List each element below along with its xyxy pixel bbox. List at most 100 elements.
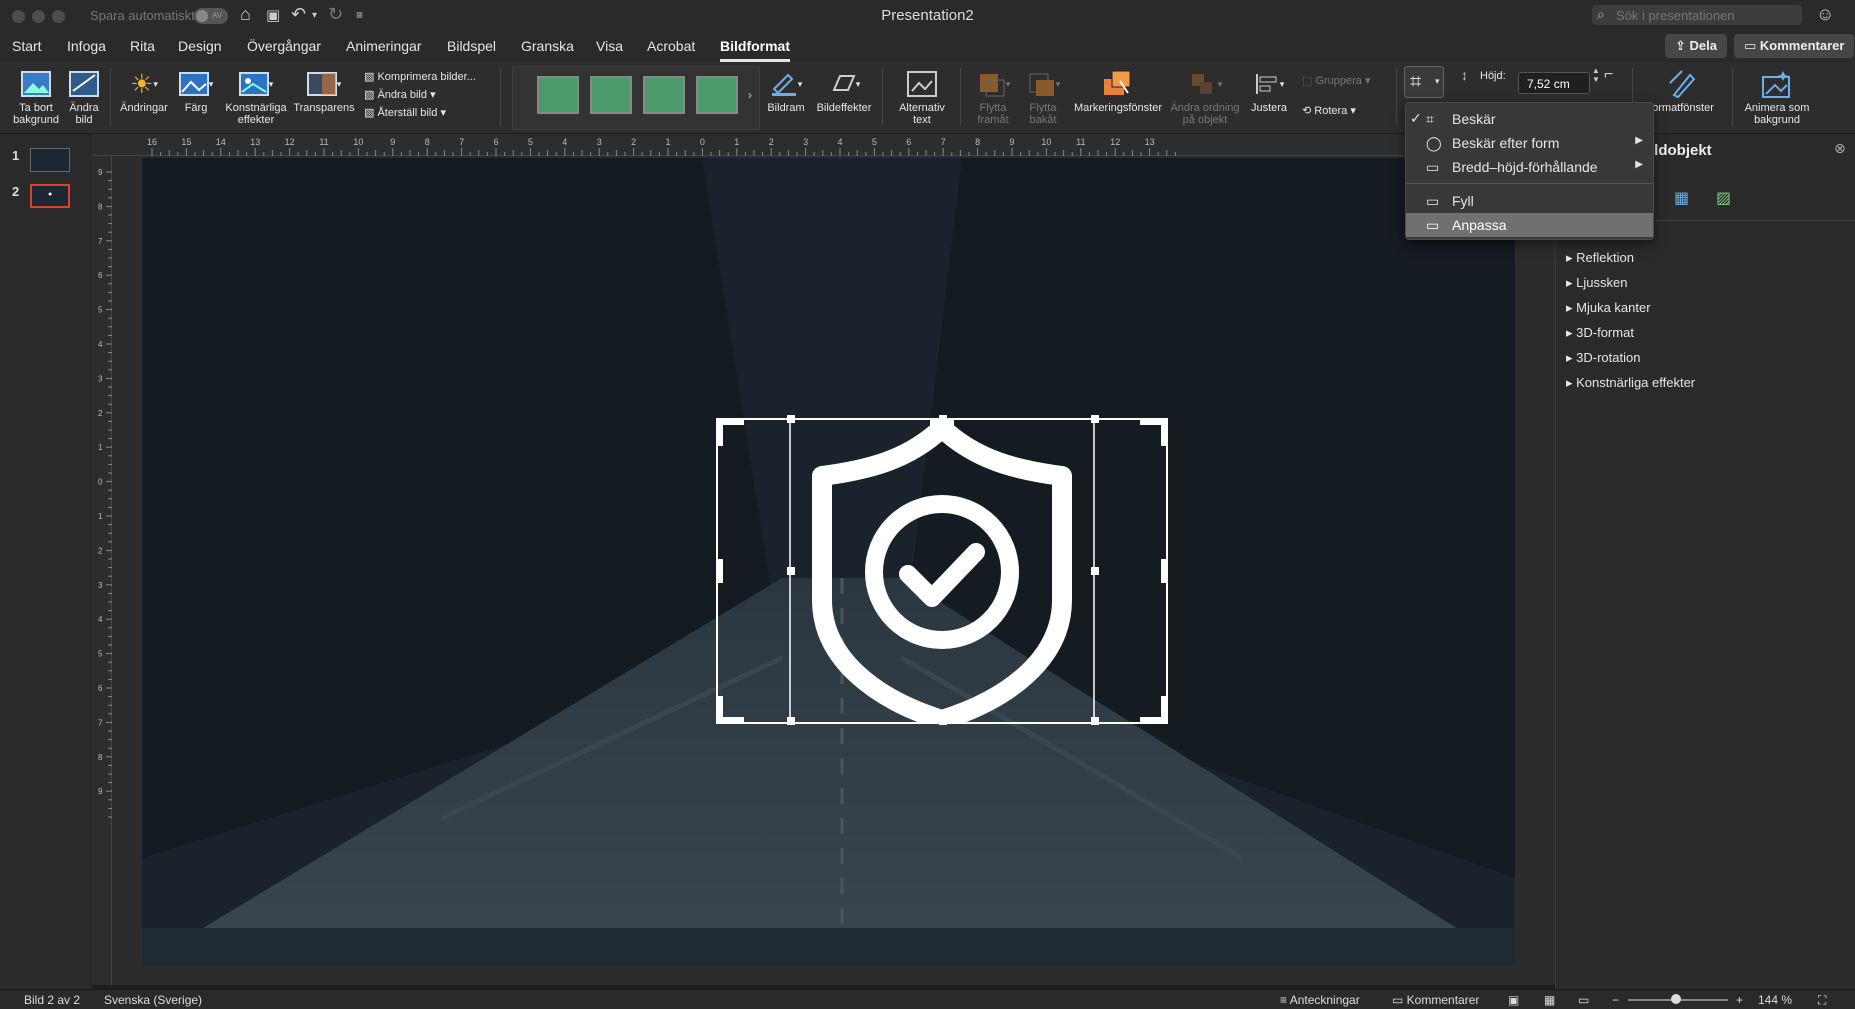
reading-view-icon[interactable]: ▭: [1578, 993, 1589, 1007]
tab-bildspel[interactable]: Bildspel: [447, 38, 496, 54]
redo-icon[interactable]: ↻: [328, 4, 343, 25]
notes-icon: ≡: [1280, 993, 1290, 1007]
minimize-window-button[interactable]: [32, 10, 45, 23]
alt-text-button[interactable]: Alternativ text: [892, 66, 952, 126]
zoom-out-icon[interactable]: −: [1612, 993, 1619, 1007]
bring-forward-button[interactable]: ▾ Flytta framåt: [968, 66, 1018, 126]
tab-granska[interactable]: Granska: [521, 38, 574, 54]
selection-pane-button[interactable]: Markeringsfönster: [1070, 66, 1166, 114]
close-window-button[interactable]: [12, 10, 25, 23]
close-pane-icon[interactable]: ⊗: [1834, 140, 1846, 157]
resize-handle[interactable]: [1091, 567, 1099, 575]
section-reflection[interactable]: ▸ Reflektion: [1566, 250, 1634, 266]
change-picture-menu-button[interactable]: ▧ Ändra bild ▾: [364, 88, 436, 101]
tab-start[interactable]: Start: [12, 38, 42, 54]
picture-style-2[interactable]: [590, 76, 632, 114]
remove-background-button[interactable]: Ta bort bakgrund: [10, 66, 62, 126]
crop-dropdown-menu: ✓ ⌗ Beskär ◯ Beskär efter form ▶ ▭ Bredd…: [1405, 102, 1654, 240]
resize-handle[interactable]: [1091, 717, 1099, 725]
picture-style-1[interactable]: [537, 76, 579, 114]
resize-handle[interactable]: [939, 717, 947, 725]
compress-pictures-button[interactable]: ▧ Komprimera bilder...: [364, 70, 476, 83]
undo-icon[interactable]: ↶: [291, 4, 306, 25]
vertical-ruler: 9 8 7 6 5 4 3 2 1 0 1 2 3 4 5 6 7 8 9: [92, 156, 112, 985]
tab-overgangar[interactable]: Övergångar: [247, 38, 321, 54]
tab-design[interactable]: Design: [178, 38, 222, 54]
zoom-window-button[interactable]: [52, 10, 65, 23]
undo-dropdown-icon[interactable]: ▾: [312, 10, 317, 21]
menu-item-crop[interactable]: ✓ ⌗ Beskär: [1406, 107, 1653, 131]
gallery-more-icon[interactable]: ›: [748, 88, 752, 102]
transparency-button[interactable]: ▾ Transparens: [292, 66, 356, 114]
autosave-toggle[interactable]: AV: [194, 8, 228, 24]
picture-style-3[interactable]: [643, 76, 685, 114]
feedback-smiley-icon[interactable]: ☺: [1816, 4, 1834, 25]
size-dialog-icon[interactable]: ⌐: [1604, 66, 1613, 84]
selected-picture-frame[interactable]: [716, 415, 1168, 725]
tab-acrobat[interactable]: Acrobat: [647, 38, 695, 54]
status-comments-button[interactable]: ▭ Kommentarer: [1392, 993, 1479, 1007]
send-backward-button[interactable]: ▾ Flytta bakåt: [1018, 66, 1068, 126]
ruler-label: 3: [98, 374, 103, 383]
slide-thumbnail-2[interactable]: ●: [30, 184, 70, 208]
resize-handle[interactable]: [787, 717, 795, 725]
ribbon-separator: [110, 68, 111, 126]
align-button[interactable]: ▾ Justera: [1246, 66, 1292, 114]
menu-item-fill[interactable]: ▭ Fyll: [1406, 189, 1653, 213]
slide-thumbnail-1[interactable]: [30, 148, 70, 172]
notes-button[interactable]: ≡ Anteckningar: [1280, 993, 1360, 1007]
section-soft-edges[interactable]: ▸ Mjuka kanter: [1566, 300, 1651, 316]
home-icon[interactable]: ⌂: [240, 4, 251, 25]
tab-bildformat[interactable]: Bildformat: [720, 38, 790, 62]
picture-tab-icon[interactable]: ▨: [1716, 188, 1731, 208]
change-picture-button[interactable]: Ändra bild: [64, 66, 104, 126]
resize-handle[interactable]: [787, 567, 795, 575]
picture-style-4[interactable]: [696, 76, 738, 114]
tab-infoga[interactable]: Infoga: [67, 38, 106, 54]
crop-button[interactable]: ⌗ ▾: [1404, 66, 1444, 98]
menu-item-fit[interactable]: ▭ Anpassa: [1406, 213, 1653, 237]
picture-effects-button[interactable]: ▾ Bildeffekter: [812, 66, 876, 114]
rotate-button[interactable]: ⟲ Rotera ▾: [1302, 104, 1356, 117]
customize-toolbar-icon[interactable]: ≡: [356, 8, 363, 22]
section-glow[interactable]: ▸ Ljussken: [1566, 275, 1627, 291]
resize-handle[interactable]: [1091, 415, 1099, 423]
fit-slide-icon[interactable]: ⛶: [1818, 993, 1826, 1008]
zoom-in-icon[interactable]: +: [1736, 993, 1743, 1007]
slide-2[interactable]: [142, 158, 1515, 965]
resize-handle[interactable]: [939, 415, 947, 423]
comments-button[interactable]: ▭ Kommentarer: [1734, 34, 1855, 58]
group-label: Gruppera: [1315, 75, 1362, 87]
height-stepper[interactable]: ▲ ▼: [1592, 66, 1600, 84]
slide-sorter-icon[interactable]: ▦: [1544, 993, 1555, 1007]
save-icon[interactable]: ▣: [266, 6, 280, 24]
layout-properties-icon[interactable]: ▦: [1674, 188, 1689, 208]
tab-rita[interactable]: Rita: [130, 38, 155, 54]
resize-handle[interactable]: [787, 415, 795, 423]
section-3d-rotation[interactable]: ▸ 3D-rotation: [1566, 350, 1640, 366]
picture-border-button[interactable]: ▾ Bildram: [762, 66, 810, 114]
reset-picture-button[interactable]: ▧ Återställ bild ▾: [364, 106, 446, 119]
zoom-slider-knob[interactable]: [1671, 994, 1681, 1004]
corrections-button[interactable]: ☀ ▾ Ändringar: [116, 66, 172, 114]
section-artistic-effects[interactable]: ▸ Konstnärliga effekter: [1566, 375, 1695, 391]
reorder-objects-button[interactable]: ▾ Ändra ordning på objekt: [1168, 66, 1242, 126]
section-3d-format[interactable]: ▸ 3D-format: [1566, 325, 1634, 341]
tab-animeringar[interactable]: Animeringar: [346, 38, 421, 54]
color-button[interactable]: ▾ Färg: [174, 66, 218, 114]
tab-visa[interactable]: Visa: [596, 38, 623, 54]
artistic-effects-button[interactable]: ▾ Konstnärliga effekter: [222, 66, 290, 126]
format-pane-title: ildobjekt: [1650, 142, 1712, 159]
checkmark-icon: ✓: [1410, 110, 1422, 126]
group-button[interactable]: ⬚ Gruppera ▾: [1302, 74, 1371, 87]
height-input[interactable]: 7,52 cm: [1518, 72, 1590, 94]
normal-view-icon[interactable]: ▣: [1508, 993, 1519, 1007]
language-indicator[interactable]: Svenska (Sverige): [104, 993, 202, 1007]
zoom-level[interactable]: 144 %: [1758, 993, 1792, 1007]
animate-as-background-button[interactable]: Animera som bakgrund: [1736, 66, 1818, 126]
status-bar: Bild 2 av 2 Svenska (Sverige) ≡ Anteckni…: [0, 989, 1855, 1009]
menu-item-aspect-ratio[interactable]: ▭ Bredd–höjd-förhållande ▶: [1406, 155, 1653, 179]
search-input[interactable]: ⌕ Sök i presentationen: [1592, 5, 1802, 25]
menu-item-crop-to-shape[interactable]: ◯ Beskär efter form ▶: [1406, 131, 1653, 155]
share-button[interactable]: ⇪ Dela: [1665, 34, 1727, 58]
